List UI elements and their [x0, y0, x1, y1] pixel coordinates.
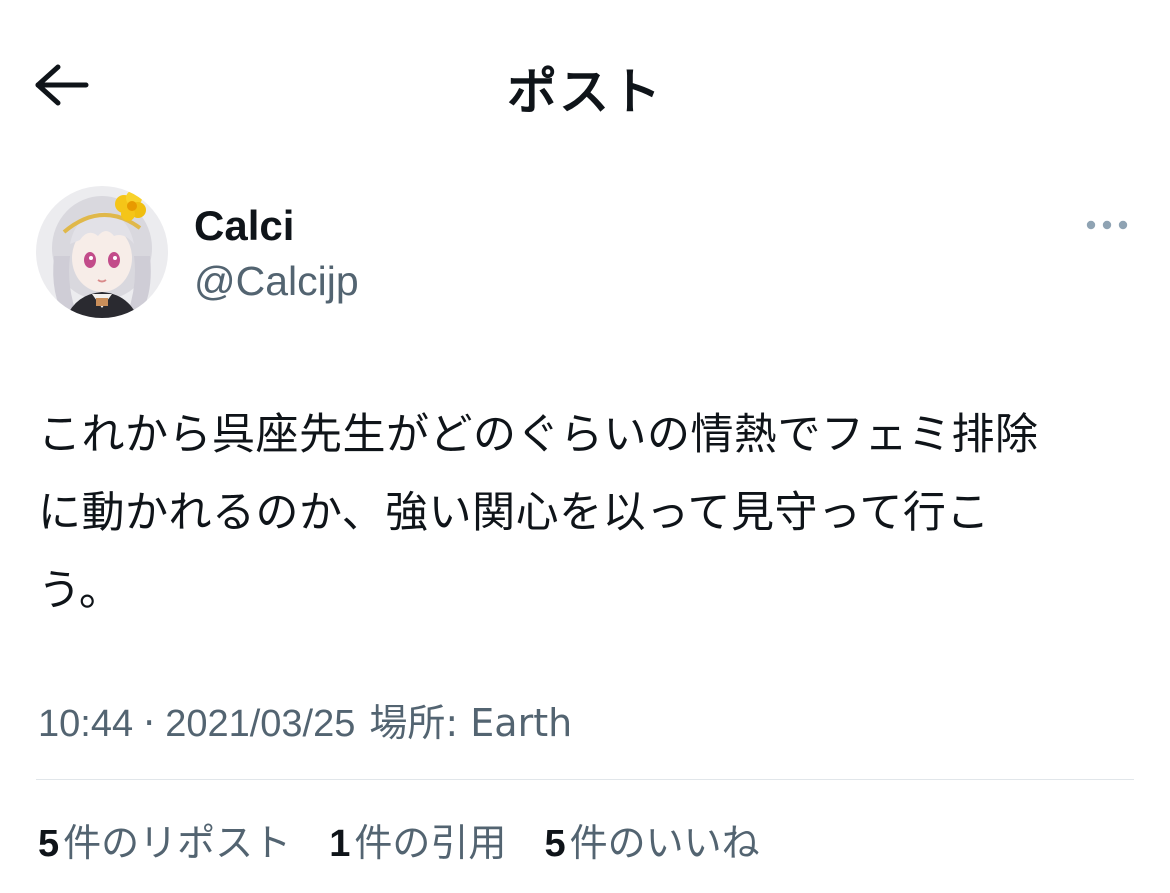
divider [36, 779, 1134, 780]
reposts-label: 件のリポスト [63, 821, 292, 865]
meta-separator: · [143, 701, 156, 745]
page-title: ポスト [507, 63, 663, 121]
tweet-text-line: う。 [38, 566, 123, 616]
location-label: 場所: [369, 701, 459, 745]
tweet-author: Calci @Calcijp [36, 186, 1136, 326]
tweet-text: これから呉座先生がどのぐらいの情熱でフェミ排除 に動かれるのか、強い関心を以って… [38, 396, 1138, 630]
avatar[interactable] [36, 186, 168, 318]
tweet-location: Earth [470, 701, 573, 745]
tweet-metadata: 10:44 · 2021/03/25 場所: Earth [38, 692, 572, 747]
tweet-time[interactable]: 10:44 [38, 703, 133, 745]
tweet-text-line: これから呉座先生がどのぐらいの情熱でフェミ排除 [38, 410, 1039, 460]
tweet-date[interactable]: 2021/03/25 [165, 703, 355, 745]
reposts-stat[interactable]: 5 件のリポスト [38, 812, 291, 867]
reposts-count: 5 [38, 823, 60, 865]
likes-label: 件のいいね [569, 821, 760, 865]
quotes-label: 件の引用 [354, 821, 507, 865]
tweet-text-line: に動かれるのか、強い関心を以って見守って行こ [38, 488, 990, 538]
avatar-image [36, 186, 168, 318]
likes-count: 5 [544, 823, 566, 865]
more-horizontal-icon [1086, 220, 1128, 230]
tweet-stats: 5 件のリポスト 1 件の引用 5 件のいいね [38, 812, 786, 867]
author-display-name[interactable]: Calci [194, 202, 294, 250]
likes-stat[interactable]: 5 件のいいね [545, 812, 760, 867]
quotes-count: 1 [329, 823, 351, 865]
quotes-stat[interactable]: 1 件の引用 [329, 812, 506, 867]
more-options-button[interactable] [1084, 212, 1130, 238]
author-handle[interactable]: @Calcijp [194, 258, 359, 305]
top-bar: ポスト [0, 0, 1170, 170]
